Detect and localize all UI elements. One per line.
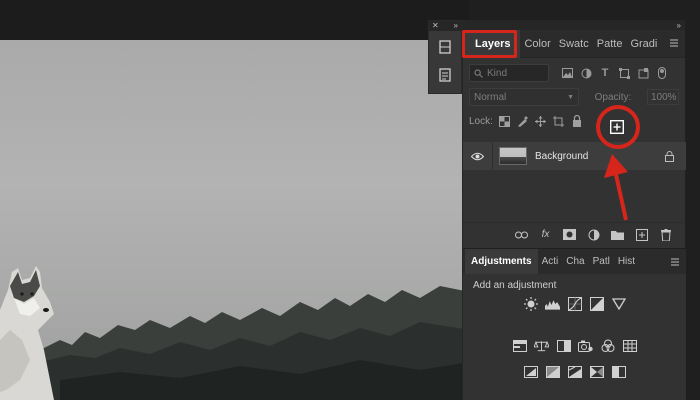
new-layer-button-highlighted[interactable] xyxy=(608,118,626,136)
image-filter-icon[interactable] xyxy=(561,67,573,79)
adjustment-row-3 xyxy=(463,364,686,379)
filter-kind-select[interactable]: Kind xyxy=(469,64,549,82)
color-lookup-icon[interactable] xyxy=(622,338,637,353)
close-icon[interactable]: ✕ xyxy=(432,22,439,30)
layers-tab-highlight xyxy=(462,30,517,58)
husky-dog xyxy=(0,266,54,400)
new-layer-icon[interactable] xyxy=(635,228,648,241)
photo-canvas[interactable] xyxy=(0,40,470,400)
layer-row-background[interactable]: Background xyxy=(463,142,686,170)
adjustments-menu-icon[interactable] xyxy=(670,257,680,267)
gradient-map-icon[interactable] xyxy=(589,364,604,379)
chevron-down-icon: ▼ xyxy=(567,93,574,101)
invert-icon[interactable] xyxy=(523,364,538,379)
collapse-icon[interactable]: » xyxy=(677,21,681,30)
dock-titlebar: ✕ » xyxy=(429,21,461,31)
lock-position-icon[interactable] xyxy=(535,115,547,127)
layers-bottom-toolbar: fx xyxy=(463,222,686,246)
black-white-icon[interactable] xyxy=(556,338,571,353)
lock-artboard-icon[interactable] xyxy=(553,115,565,127)
tab-swatches[interactable]: Swatc xyxy=(555,30,593,58)
adjustment-row-2 xyxy=(463,338,686,353)
curves-icon[interactable] xyxy=(567,296,582,311)
collapsed-panel-dock: ✕ » xyxy=(428,20,462,94)
hue-saturation-icon[interactable] xyxy=(512,338,527,353)
filter-kind-label: Kind xyxy=(487,67,508,79)
blend-mode-value: Normal xyxy=(474,91,507,103)
layer-thumbnail xyxy=(499,147,527,165)
new-group-icon[interactable] xyxy=(611,228,624,241)
shape-filter-icon[interactable] xyxy=(618,67,630,79)
visibility-eye-icon[interactable] xyxy=(463,142,493,170)
exposure-icon[interactable] xyxy=(589,296,604,311)
adjustments-panel: Add an adjustment xyxy=(463,274,686,400)
photo-filter-icon[interactable] xyxy=(578,338,593,353)
delete-layer-icon[interactable] xyxy=(659,228,672,241)
lock-row: Lock: xyxy=(463,109,685,133)
tab-color[interactable]: Color xyxy=(520,30,554,58)
canvas-area[interactable] xyxy=(0,0,470,400)
opacity-input[interactable]: 100% xyxy=(647,89,679,105)
add-mask-icon[interactable] xyxy=(563,228,576,241)
vibrance-icon[interactable] xyxy=(611,296,626,311)
adjustment-filter-icon[interactable] xyxy=(580,67,592,79)
link-layers-icon[interactable] xyxy=(515,228,528,241)
lock-label: Lock: xyxy=(469,115,493,127)
brightness-contrast-icon[interactable] xyxy=(523,296,538,311)
selective-color-icon[interactable] xyxy=(611,364,626,379)
tab-actions[interactable]: Acti xyxy=(538,249,563,275)
layers-panel-group: » Layers Color Swatc Patte Gradi Kind T … xyxy=(462,20,686,400)
new-layer-icon xyxy=(610,120,624,134)
type-filter-icon[interactable]: T xyxy=(599,67,611,79)
tab-paths[interactable]: Patl xyxy=(589,249,614,275)
levels-icon[interactable] xyxy=(545,296,560,311)
expand-icon[interactable]: » xyxy=(454,22,458,30)
photo-scene xyxy=(0,266,470,400)
posterize-icon[interactable] xyxy=(545,364,560,379)
lock-image-icon[interactable] xyxy=(517,115,529,127)
color-balance-icon[interactable] xyxy=(534,338,549,353)
smart-object-filter-icon[interactable] xyxy=(637,67,649,79)
filter-toggle-icon[interactable] xyxy=(656,67,668,79)
channel-mixer-icon[interactable] xyxy=(600,338,615,353)
panel-menu-icon[interactable] xyxy=(669,38,679,48)
tab-history[interactable]: Hist xyxy=(614,249,639,275)
lock-transparent-icon[interactable] xyxy=(499,115,511,127)
blend-row: Normal ▼ Opacity: 100% xyxy=(463,85,685,109)
lock-all-icon[interactable] xyxy=(571,115,583,127)
search-icon xyxy=(474,68,483,78)
layer-filter-row: Kind T xyxy=(463,61,685,85)
tab-gradients[interactable]: Gradi xyxy=(626,30,661,58)
tab-adjustments[interactable]: Adjustments xyxy=(465,248,538,275)
panel-titlebar: » xyxy=(463,20,685,30)
layer-lock-icon xyxy=(662,149,676,163)
tab-channels[interactable]: Cha xyxy=(562,249,588,275)
layer-name[interactable]: Background xyxy=(535,151,662,162)
properties-icon[interactable] xyxy=(433,63,457,87)
opacity-label: Opacity: xyxy=(594,91,632,103)
new-fill-adjustment-icon[interactable] xyxy=(587,228,600,241)
adjustments-tab-strip: Adjustments Acti Cha Patl Hist xyxy=(463,248,686,275)
tab-patterns[interactable]: Patte xyxy=(593,30,627,58)
threshold-icon[interactable] xyxy=(567,364,582,379)
adjustments-title: Add an adjustment xyxy=(473,280,557,291)
blend-mode-select[interactable]: Normal ▼ xyxy=(469,88,579,106)
fx-icon[interactable]: fx xyxy=(539,228,552,241)
libraries-icon[interactable] xyxy=(433,35,457,59)
adjustment-row-1 xyxy=(463,296,686,311)
